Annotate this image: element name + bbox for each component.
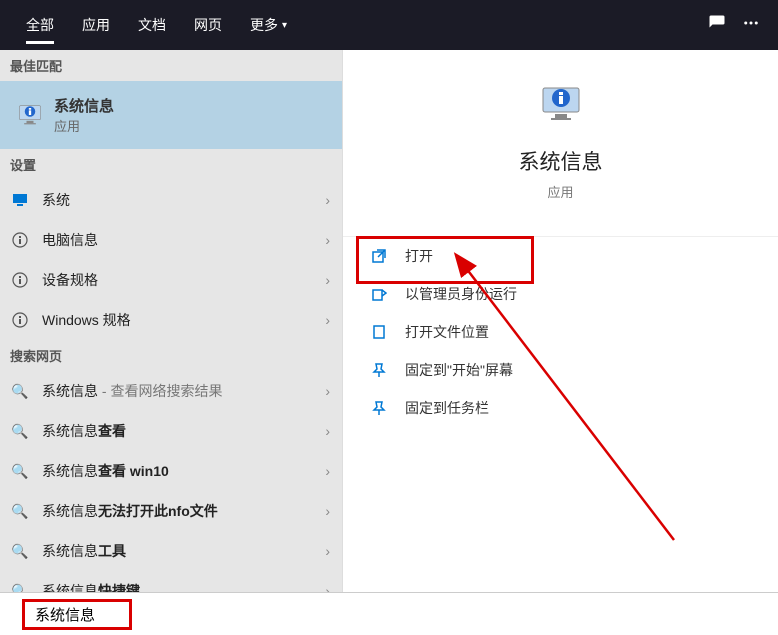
- tab-all[interactable]: 全部: [12, 0, 68, 50]
- chevron-right-icon: ›: [325, 272, 330, 288]
- detail-sub: 应用: [547, 182, 573, 201]
- pin-icon: [371, 400, 387, 416]
- chevron-right-icon: ›: [325, 383, 330, 399]
- settings-label: 系统: [42, 190, 70, 210]
- tab-apps[interactable]: 应用: [68, 0, 124, 50]
- websearch-item[interactable]: 🔍 系统信息工具 ›: [0, 531, 342, 571]
- actions-list: 打开 以管理员身份运行 打开文件位置 固定到"开始"屏幕 固定到任务栏: [343, 236, 778, 427]
- websearch-item[interactable]: 🔍 系统信息快捷键 ›: [0, 571, 342, 592]
- action-label: 固定到"开始"屏幕: [405, 360, 513, 380]
- search-icon: 🔍: [12, 543, 28, 559]
- open-icon: [371, 248, 387, 264]
- action-pinstart[interactable]: 固定到"开始"屏幕: [343, 351, 778, 389]
- websearch-label: 系统信息查看: [42, 421, 126, 441]
- info-icon: [12, 272, 28, 288]
- pin-icon: [371, 362, 387, 378]
- display-icon: [12, 192, 28, 208]
- chevron-right-icon: ›: [325, 312, 330, 328]
- settings-item-system[interactable]: 系统 ›: [0, 180, 342, 220]
- websearch-item[interactable]: 🔍 系统信息查看 win10 ›: [0, 451, 342, 491]
- action-label: 固定到任务栏: [405, 398, 489, 418]
- tab-more[interactable]: 更多▾: [236, 0, 301, 50]
- search-input[interactable]: [35, 606, 119, 623]
- search-icon: 🔍: [12, 463, 28, 479]
- action-openlocation[interactable]: 打开文件位置: [343, 313, 778, 351]
- action-label: 打开文件位置: [405, 322, 489, 342]
- detail-title: 系统信息: [519, 146, 603, 176]
- websearch-label: 系统信息 - 查看网络搜索结果: [42, 381, 222, 401]
- websearch-label: 系统信息快捷键: [42, 581, 140, 592]
- system-info-icon: [537, 80, 585, 128]
- settings-label: 电脑信息: [42, 230, 98, 250]
- settings-item-winspec[interactable]: Windows 规格 ›: [0, 300, 342, 340]
- websearch-item[interactable]: 🔍 系统信息 - 查看网络搜索结果 ›: [0, 371, 342, 411]
- websearch-header: 搜索网页: [0, 340, 342, 371]
- websearch-item[interactable]: 🔍 系统信息无法打开此nfo文件 ›: [0, 491, 342, 531]
- best-match-item[interactable]: 系统信息 应用: [0, 81, 342, 149]
- chevron-right-icon: ›: [325, 232, 330, 248]
- search-bar: [0, 592, 778, 635]
- settings-label: 设备规格: [42, 270, 98, 290]
- settings-item-devspec[interactable]: 设备规格 ›: [0, 260, 342, 300]
- chevron-right-icon: ›: [325, 423, 330, 439]
- settings-item-pcinfo[interactable]: 电脑信息 ›: [0, 220, 342, 260]
- settings-header: 设置: [0, 149, 342, 180]
- detail-panel: 系统信息 应用 打开 以管理员身份运行 打开文件位置 固定到"开始"屏幕: [342, 50, 778, 592]
- feedback-icon[interactable]: [708, 14, 726, 37]
- chevron-right-icon: ›: [325, 503, 330, 519]
- chevron-right-icon: ›: [325, 583, 330, 592]
- system-info-icon: [16, 101, 44, 129]
- chevron-right-icon: ›: [325, 192, 330, 208]
- info-icon: [12, 232, 28, 248]
- chevron-right-icon: ›: [325, 463, 330, 479]
- websearch-label: 系统信息工具: [42, 541, 126, 561]
- chevron-down-icon: ▾: [282, 20, 287, 31]
- header-tabs: 全部 应用 文档 网页 更多▾: [0, 0, 778, 50]
- tab-web[interactable]: 网页: [180, 0, 236, 50]
- websearch-label: 系统信息无法打开此nfo文件: [42, 501, 218, 521]
- websearch-label: 系统信息查看 win10: [42, 461, 169, 481]
- search-icon: 🔍: [12, 423, 28, 439]
- more-icon[interactable]: [742, 14, 760, 37]
- results-panel: 最佳匹配 系统信息 应用 设置 系统 › 电脑信息 › 设备规格 › Windo…: [0, 50, 342, 592]
- search-box-highlight: [22, 599, 132, 630]
- search-icon: 🔍: [12, 383, 28, 399]
- action-open[interactable]: 打开: [343, 237, 778, 275]
- websearch-item[interactable]: 🔍 系统信息查看 ›: [0, 411, 342, 451]
- best-match-title: 系统信息: [54, 95, 114, 116]
- chevron-right-icon: ›: [325, 543, 330, 559]
- settings-label: Windows 规格: [42, 310, 131, 330]
- main-area: 最佳匹配 系统信息 应用 设置 系统 › 电脑信息 › 设备规格 › Windo…: [0, 50, 778, 592]
- search-icon: 🔍: [12, 503, 28, 519]
- best-match-sub: 应用: [54, 116, 114, 135]
- info-icon: [12, 312, 28, 328]
- best-match-header: 最佳匹配: [0, 50, 342, 81]
- search-icon: 🔍: [12, 583, 28, 592]
- folder-icon: [371, 324, 387, 340]
- action-label: 打开: [405, 246, 433, 266]
- action-label: 以管理员身份运行: [405, 284, 517, 304]
- action-pintaskbar[interactable]: 固定到任务栏: [343, 389, 778, 427]
- admin-icon: [371, 286, 387, 302]
- detail-hero: 系统信息 应用: [343, 60, 778, 226]
- tab-docs[interactable]: 文档: [124, 0, 180, 50]
- action-runadmin[interactable]: 以管理员身份运行: [343, 275, 778, 313]
